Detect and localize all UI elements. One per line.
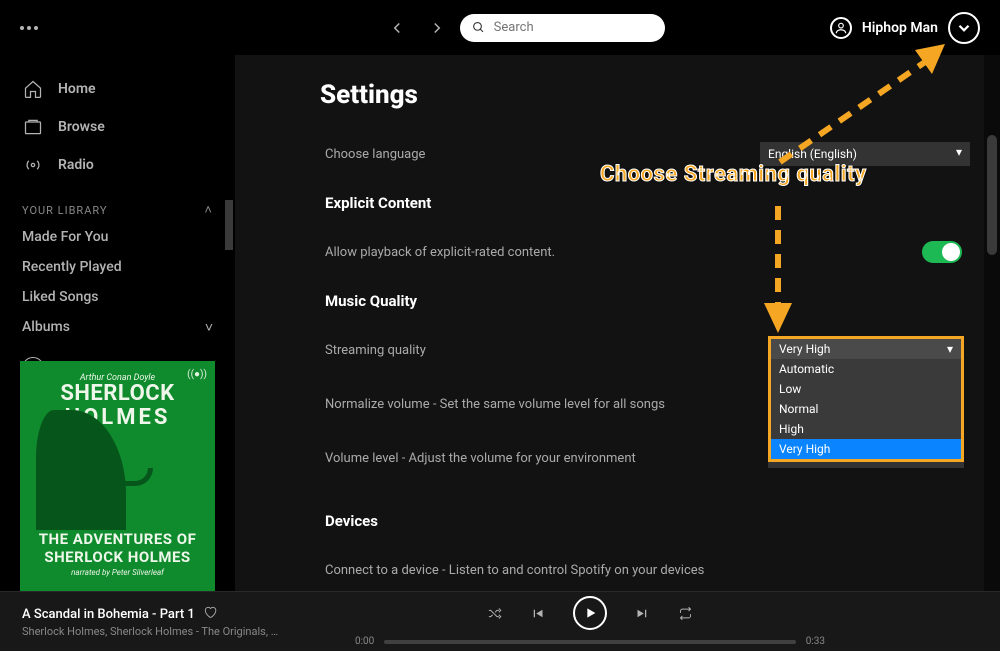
browse-icon bbox=[22, 116, 44, 138]
section-explicit-content: Explicit Content bbox=[325, 194, 970, 212]
progress-bar[interactable] bbox=[384, 640, 795, 644]
collapse-icon[interactable]: ˄ bbox=[204, 202, 213, 218]
settings-panel: Settings Choose language English (Englis… bbox=[235, 55, 1000, 591]
section-devices: Devices bbox=[325, 512, 970, 530]
user-avatar-icon bbox=[830, 17, 852, 39]
radio-icon bbox=[22, 154, 44, 176]
main-scrollbar-track[interactable] bbox=[984, 55, 1000, 591]
search-input[interactable] bbox=[494, 20, 654, 35]
track-artist[interactable]: Sherlock Holmes, Sherlock Holmes - The O… bbox=[22, 625, 282, 638]
quality-option-automatic[interactable]: Automatic bbox=[771, 359, 961, 379]
time-current: 0:00 bbox=[355, 636, 374, 647]
user-menu[interactable]: Hiphop Man bbox=[830, 12, 980, 44]
quality-option-normal[interactable]: Normal bbox=[771, 399, 961, 419]
now-playing-cover[interactable]: ((●)) Arthur Conan Doyle SHERLOCK HOLMES… bbox=[20, 361, 215, 591]
user-dropdown-toggle[interactable] bbox=[948, 12, 980, 44]
play-button[interactable] bbox=[573, 596, 607, 630]
topbar: Hiphop Man bbox=[0, 0, 1000, 55]
shuffle-button[interactable] bbox=[487, 606, 502, 621]
streaming-quality-label: Streaming quality bbox=[325, 343, 760, 358]
search-box[interactable] bbox=[460, 14, 665, 42]
library-item-made-for-you[interactable]: Made For You bbox=[0, 222, 235, 252]
cover-art bbox=[30, 429, 205, 530]
audio-icon: ((●)) bbox=[187, 369, 207, 380]
chevron-down-icon bbox=[955, 19, 973, 37]
repeat-button[interactable] bbox=[678, 606, 693, 621]
next-button[interactable] bbox=[635, 606, 650, 621]
quality-option-very-high[interactable]: Very High bbox=[771, 439, 961, 459]
chevron-down-icon: ▾ bbox=[947, 342, 953, 356]
page-title: Settings bbox=[320, 80, 970, 110]
user-name: Hiphop Man bbox=[862, 20, 938, 36]
section-music-quality: Music Quality bbox=[325, 292, 970, 310]
nav-back-button[interactable] bbox=[382, 13, 412, 43]
explicit-label: Allow playback of explicit-rated content… bbox=[325, 245, 922, 260]
sidebar-item-radio[interactable]: Radio bbox=[0, 146, 235, 184]
nav-forward-button[interactable] bbox=[422, 13, 452, 43]
track-title[interactable]: A Scandal in Bohemia - Part 1 bbox=[22, 607, 195, 622]
language-select[interactable]: English (English) bbox=[760, 142, 970, 166]
cover-title-1: SHERLOCK bbox=[60, 383, 174, 405]
sidebar-item-label: Home bbox=[58, 81, 96, 97]
cover-subtitle-2: SHERLOCK HOLMES bbox=[39, 548, 197, 566]
sidebar-item-home[interactable]: Home bbox=[0, 70, 235, 108]
streaming-quality-value[interactable]: Very High▾ bbox=[771, 339, 961, 359]
chevron-down-icon: ˅ bbox=[205, 319, 213, 336]
devices-connect-label: Connect to a device - Listen to and cont… bbox=[325, 563, 970, 578]
explicit-toggle[interactable] bbox=[922, 241, 962, 263]
home-icon bbox=[22, 78, 44, 100]
time-total: 0:33 bbox=[806, 636, 825, 647]
cover-narrator: narrated by Peter Silverleaf bbox=[39, 568, 197, 577]
previous-button[interactable] bbox=[530, 606, 545, 621]
sidebar-item-label: Browse bbox=[58, 119, 105, 135]
like-button[interactable] bbox=[203, 605, 217, 623]
language-label: Choose language bbox=[325, 147, 760, 162]
main-scrollbar-thumb[interactable] bbox=[987, 135, 997, 255]
library-item-albums[interactable]: Albums˅ bbox=[0, 312, 235, 343]
sidebar-item-label: Radio bbox=[58, 157, 94, 173]
cover-subtitle-1: THE ADVENTURES OF bbox=[39, 530, 197, 548]
sidebar-item-browse[interactable]: Browse bbox=[0, 108, 235, 146]
library-header: YOUR LIBRARY ˄ bbox=[0, 184, 235, 222]
library-item-recently-played[interactable]: Recently Played bbox=[0, 252, 235, 282]
search-icon bbox=[472, 20, 485, 35]
menu-dots[interactable] bbox=[20, 26, 38, 30]
quality-option-low[interactable]: Low bbox=[771, 379, 961, 399]
streaming-quality-select[interactable]: Very High▾ Automatic Low Normal High Ver… bbox=[768, 336, 964, 462]
sidebar-scrollbar[interactable] bbox=[225, 200, 233, 250]
quality-option-high[interactable]: High bbox=[771, 419, 961, 439]
library-item-liked-songs[interactable]: Liked Songs bbox=[0, 282, 235, 312]
player-bar: A Scandal in Bohemia - Part 1 Sherlock H… bbox=[0, 591, 1000, 651]
